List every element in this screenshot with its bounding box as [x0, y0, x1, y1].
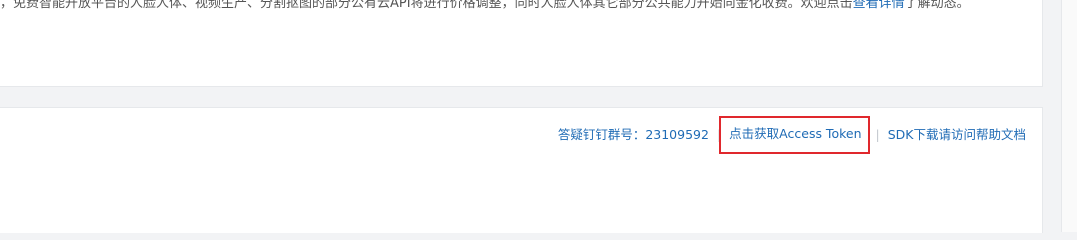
page: ，免费智能开放平台的人脸人体、视频生产、分割抠图的部分公有云API将进行价格调整… [0, 0, 1077, 233]
view-details-link[interactable]: 查看详情 [853, 0, 905, 11]
sdk-help-doc-link[interactable]: SDK下载请访问帮助文档 [888, 126, 1026, 144]
announcement-tail: 了解动态。 [904, 0, 970, 11]
announcement-body: ，免费智能开放平台的人脸人体、视频生产、分割抠图的部分公有云API将进行价格调整… [0, 0, 853, 11]
dingtalk-group-label: 答疑钉钉群号：23109592 [557, 127, 709, 142]
help-links-bar: 答疑钉钉群号：23109592 | 点击获取Access Token | SDK… [557, 116, 1026, 154]
announcement-card: ，免费智能开放平台的人脸人体、视频生产、分割抠图的部分公有云API将进行价格调整… [0, 0, 1043, 87]
right-side-panel [1061, 0, 1077, 232]
access-token-highlight: 点击获取Access Token [719, 116, 870, 154]
divider: | [875, 127, 880, 142]
announcement-text: ，免费智能开放平台的人脸人体、视频生产、分割抠图的部分公有云API将进行价格调整… [0, 0, 1030, 12]
get-access-token-link[interactable]: 点击获取Access Token [729, 126, 861, 141]
api-info-card: 答疑钉钉群号：23109592 | 点击获取Access Token | SDK… [0, 107, 1043, 233]
